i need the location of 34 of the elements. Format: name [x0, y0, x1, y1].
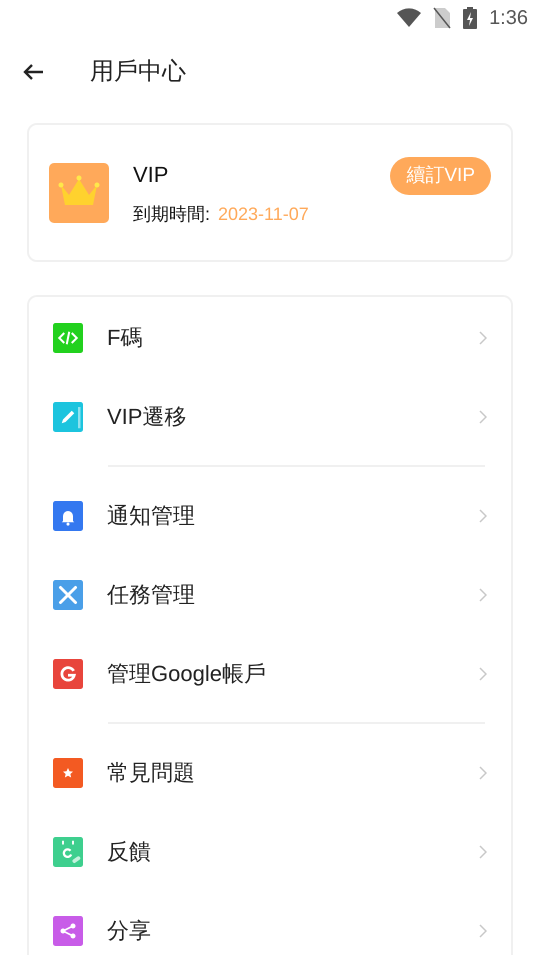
- menu-item[interactable]: 常見問題: [29, 733, 511, 812]
- menu-item-label: 分享: [107, 917, 152, 945]
- menu-item-label: 管理Google帳戶: [107, 660, 267, 688]
- menu-item[interactable]: 反饋: [29, 812, 511, 891]
- expiry-label: 到期時間:: [133, 202, 210, 226]
- back-arrow-icon[interactable]: [22, 63, 44, 81]
- chevron-right-icon: [479, 588, 487, 602]
- chevron-right-icon: [479, 844, 487, 858]
- menu-item-label: 反饋: [107, 838, 152, 866]
- menu-item[interactable]: 管理Google帳戶: [29, 634, 511, 713]
- chevron-right-icon: [479, 924, 487, 938]
- menu-item-label: F碼: [107, 324, 144, 352]
- wifi-icon: [397, 8, 422, 28]
- vip-title: VIP: [133, 160, 170, 188]
- crown-icon: [49, 162, 109, 222]
- menu-item[interactable]: 分享: [29, 891, 511, 960]
- menu-item-label: 任務管理: [107, 581, 196, 609]
- menu-item[interactable]: 通知管理: [29, 476, 511, 555]
- menu-item[interactable]: F碼: [29, 298, 511, 377]
- menu-item[interactable]: VIP遷移: [29, 377, 511, 456]
- menu-item-label: 常見問題: [107, 759, 196, 787]
- chevron-right-icon: [479, 410, 487, 424]
- no-sim-icon: [433, 7, 452, 29]
- status-time: 1:36: [489, 6, 528, 31]
- chevron-right-icon: [479, 666, 487, 680]
- expiry-date: 2023-11-07: [218, 202, 309, 226]
- chevron-right-icon: [479, 766, 487, 780]
- menu-item-label: 通知管理: [107, 502, 196, 530]
- menu-item[interactable]: 任務管理: [29, 555, 511, 634]
- chevron-right-icon: [479, 508, 487, 522]
- chevron-right-icon: [479, 330, 487, 344]
- page-title: 用戶中心: [90, 57, 186, 87]
- battery-charging-icon: [463, 7, 478, 29]
- menu-item-label: VIP遷移: [107, 403, 188, 431]
